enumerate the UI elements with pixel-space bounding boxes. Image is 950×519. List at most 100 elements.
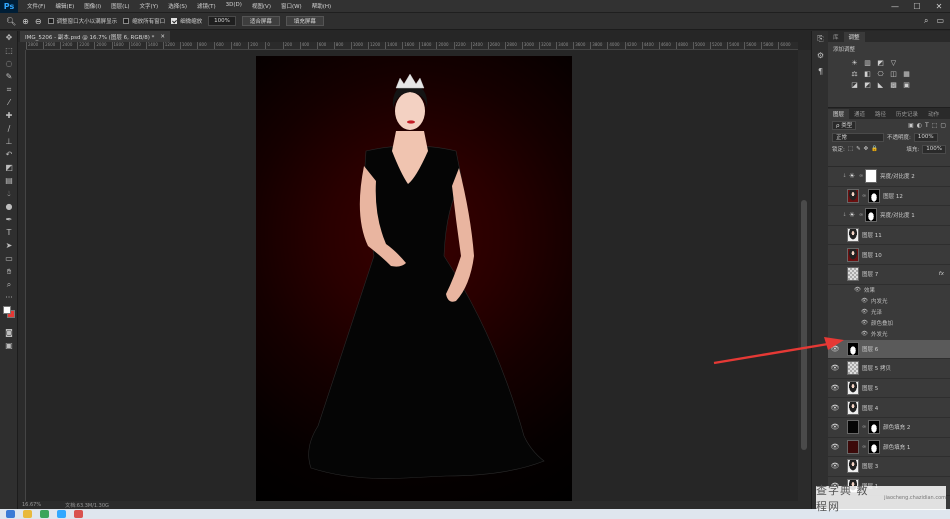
adjustment-icon[interactable]: ▩ (889, 80, 898, 89)
menu-item-1[interactable]: 编辑(E) (50, 2, 79, 10)
canvas-area[interactable] (26, 50, 798, 501)
effect-row[interactable]: 👁︎ 外发光 (828, 329, 950, 340)
effect-row[interactable]: 👁︎ 光泽 (828, 307, 950, 318)
document-tab[interactable]: IMG_5206 - 副本.psd @ 16.7% (图层 6, RGB/8) … (20, 31, 171, 42)
filter-icon[interactable]: ▣ (908, 122, 914, 129)
resize-windows-checkbox[interactable] (47, 18, 54, 24)
app2-icon[interactable] (74, 510, 83, 518)
zoom-level[interactable]: 16.67% (22, 502, 41, 508)
adjustment-icon[interactable]: ▥ (863, 58, 872, 67)
layers-tab-3[interactable]: 历史记录 (891, 109, 923, 119)
menu-item-2[interactable]: 图像(I) (79, 2, 106, 10)
adjustments-tab-0[interactable]: 库 (828, 32, 844, 42)
lasso-tool-icon[interactable]: ◌ (0, 57, 18, 70)
adjustments-tab-1[interactable]: 调整 (843, 32, 865, 42)
layers-tab-1[interactable]: 通道 (849, 109, 870, 119)
menu-item-0[interactable]: 文件(F) (22, 2, 50, 10)
pen-tool-icon[interactable]: ✒ (0, 213, 18, 226)
quick-select-tool-icon[interactable]: ✎ (0, 70, 18, 83)
adjustment-icon[interactable]: ◪ (850, 80, 859, 89)
layer-name[interactable]: 图层 4 (862, 404, 878, 412)
eraser-tool-icon[interactable]: ◩ (0, 161, 18, 174)
visibility-eye-icon[interactable]: 👁︎ (828, 265, 842, 284)
vertical-scrollbar[interactable] (798, 50, 811, 501)
adjustment-icon[interactable]: ⎔ (876, 69, 885, 78)
shape-tool-icon[interactable]: ▭ (0, 252, 18, 265)
layer-name[interactable]: 图层 10 (862, 251, 882, 259)
crop-tool-icon[interactable]: ⌗ (0, 83, 18, 96)
minimize-button[interactable]: — (884, 0, 906, 13)
layer-row[interactable]: 👁︎ 图层 6 (828, 339, 950, 360)
paragraph-panel-icon[interactable]: ¶ (812, 63, 829, 79)
foreground-color[interactable] (3, 306, 11, 314)
menu-item-9[interactable]: 窗口(W) (276, 2, 307, 10)
effect-eye-icon[interactable]: 👁︎ (854, 287, 861, 293)
zoom-in-icon[interactable]: ⊕ (22, 17, 29, 26)
layer-row[interactable]: 👁︎ 图层 4 (828, 398, 950, 418)
more-tools-icon[interactable]: ··· (0, 291, 18, 304)
dodge-tool-icon[interactable]: ● (0, 200, 18, 213)
adjustment-icon[interactable]: ▽ (889, 58, 898, 67)
scrubby-zoom-checkbox[interactable] (171, 18, 178, 24)
layer-row[interactable]: 👁︎↓☀∞亮度/对比度 1 (828, 206, 950, 226)
zoom-out-icon[interactable]: ⊖ (35, 17, 42, 26)
layer-name[interactable]: 颜色填充 2 (883, 423, 910, 431)
visibility-eye-icon[interactable]: 👁︎ (828, 379, 842, 398)
visibility-eye-icon[interactable]: 👁︎ (828, 359, 842, 378)
blend-mode-select[interactable]: 正常 (832, 132, 884, 142)
layers-tab-4[interactable]: 动作 (923, 109, 944, 119)
effect-eye-icon[interactable]: 👁︎ (861, 331, 868, 337)
eyedropper-tool-icon[interactable]: ⁄ (0, 96, 18, 109)
zoom-value-field[interactable]: 100% (208, 16, 236, 26)
layer-row[interactable]: 👁︎ 图层 11 (828, 226, 950, 246)
visibility-eye-icon[interactable]: 👁︎ (828, 167, 842, 186)
effect-eye-icon[interactable]: 👁︎ (861, 309, 868, 315)
layer-name[interactable]: 亮度/对比度 2 (880, 172, 915, 180)
visibility-eye-icon[interactable]: 👁︎ (828, 245, 842, 264)
close-button[interactable]: ✕ (928, 0, 950, 13)
fill-field[interactable]: 100% (922, 144, 946, 154)
layers-tab-0[interactable]: 图层 (828, 109, 850, 119)
fill-screen-button[interactable]: 填充屏幕 (285, 16, 324, 26)
photoshop-taskbar-icon[interactable] (57, 510, 66, 518)
zoom-all-option[interactable]: 缩放所有窗口 (123, 17, 165, 25)
menu-item-5[interactable]: 选择(S) (163, 2, 192, 10)
quick-mask-icon[interactable]: ◙ (0, 326, 18, 339)
menu-item-3[interactable]: 图层(L) (106, 2, 134, 10)
close-icon[interactable]: ✕ (160, 34, 165, 40)
type-tool-icon[interactable]: T (0, 226, 18, 239)
layer-name[interactable]: 图层 5 (862, 384, 878, 392)
explorer-icon[interactable] (23, 510, 32, 518)
effects-header[interactable]: 👁︎ 效果 (828, 285, 950, 296)
scrubby-zoom-option[interactable]: 细微缩放 (171, 17, 202, 25)
adjustment-icon[interactable]: ▣ (902, 80, 911, 89)
layer-name[interactable]: 图层 3 (862, 462, 878, 470)
lock-icon[interactable]: ✥ (864, 146, 869, 152)
hand-tool-icon[interactable]: ✋︎ (0, 265, 18, 278)
menu-item-10[interactable]: 帮助(H) (307, 2, 336, 10)
move-tool-icon[interactable]: ✥ (0, 31, 18, 44)
adjustment-icon[interactable]: ◣ (876, 80, 885, 89)
filter-icon[interactable]: ◐ (917, 122, 922, 129)
adjustment-icon[interactable]: ◩ (876, 58, 885, 67)
history-brush-tool-icon[interactable]: ↶ (0, 148, 18, 161)
blur-tool-icon[interactable]: 💧︎ (0, 187, 18, 200)
visibility-eye-icon[interactable]: 👁︎ (828, 340, 842, 359)
start-icon[interactable] (6, 510, 15, 518)
layer-row[interactable]: 👁︎ 图层 7 fx (828, 265, 950, 285)
layer-row[interactable]: 👁︎ 图层 10 (828, 245, 950, 265)
gradient-tool-icon[interactable]: ▤ (0, 174, 18, 187)
layers-tab-2[interactable]: 路径 (870, 109, 891, 119)
visibility-eye-icon[interactable]: 👁︎ (828, 206, 842, 225)
layer-row[interactable]: 👁︎ ∞ 颜色填充 1 (828, 438, 950, 458)
menu-item-8[interactable]: 视图(V) (247, 2, 276, 10)
layer-row[interactable]: 👁︎ ∞ 图层 12 (828, 187, 950, 207)
document-canvas[interactable] (256, 56, 572, 501)
filter-icon[interactable]: T (925, 122, 929, 129)
fit-screen-button[interactable]: 适合屏幕 (241, 16, 280, 26)
menu-item-6[interactable]: 滤镜(T) (192, 2, 221, 10)
scrollbar-thumb[interactable] (801, 200, 807, 450)
resize-windows-option[interactable]: 调整窗口大小以满屏显示 (47, 17, 117, 25)
layer-name[interactable]: 颜色填充 1 (883, 443, 910, 451)
effect-row[interactable]: 👁︎ 内发光 (828, 296, 950, 307)
